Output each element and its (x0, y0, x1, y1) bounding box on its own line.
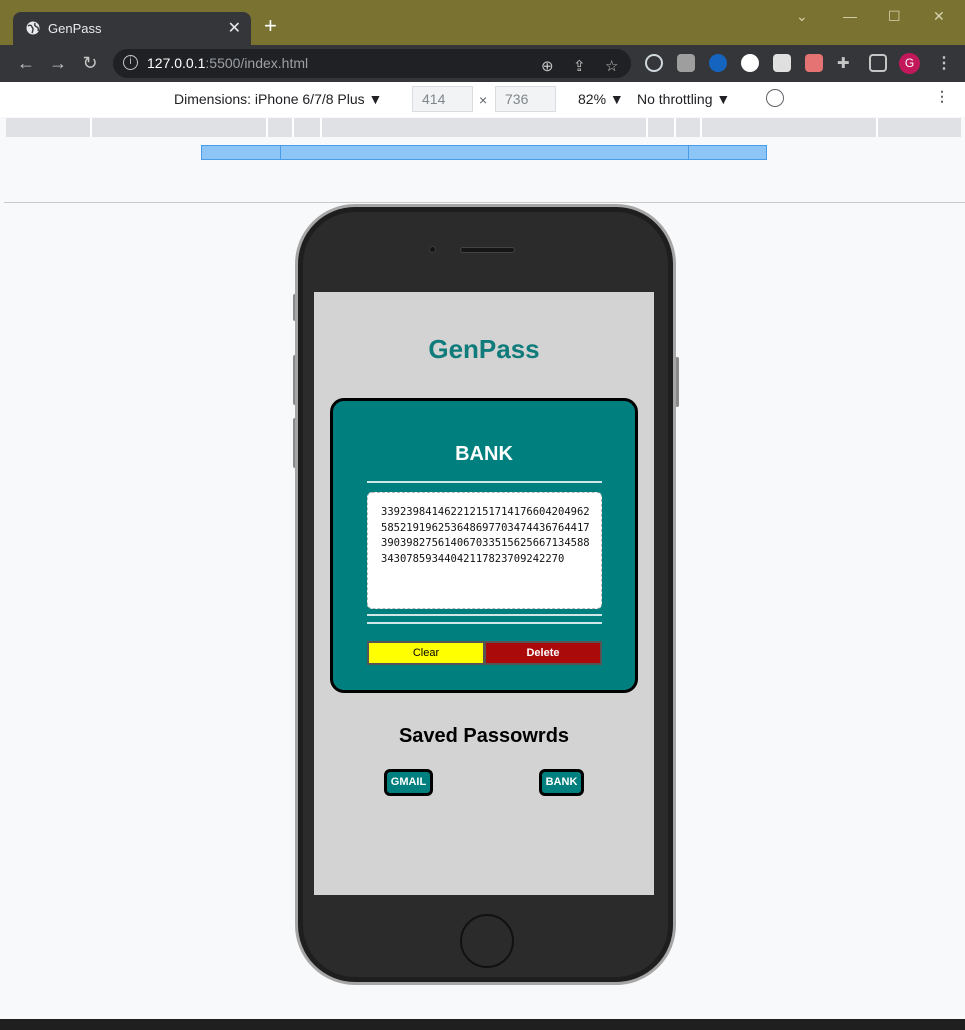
device-menu-icon[interactable]: ⋮ (935, 88, 949, 105)
extension-help-icon[interactable] (677, 54, 695, 72)
app-screen: GenPass BANK 339239841462212151714176604… (314, 292, 654, 895)
extension-image-icon[interactable] (773, 54, 791, 72)
device-toolbar: Dimensions: iPhone 6/7/8 Plus ▼ 414 × 73… (0, 82, 965, 117)
close-window-button[interactable]: ✕ (933, 8, 945, 25)
password-output[interactable]: 3392398414622121517141766042049625852191… (367, 492, 602, 609)
zoom-icon[interactable]: ⊕ (541, 57, 554, 75)
address-bar[interactable]: i 127.0.0.1:5500/index.html ⊕ ⇪ ☆ (113, 49, 631, 78)
zoom-select[interactable]: 82% ▼ (578, 91, 624, 107)
saved-passwords-heading: Saved Passowrds (398, 725, 570, 747)
media-query-bar[interactable] (6, 118, 961, 137)
tab-title: GenPass (48, 21, 102, 36)
device-height-input[interactable]: 736 (495, 86, 556, 112)
maximize-button[interactable]: ☐ (888, 8, 901, 25)
browser-tab[interactable]: GenPass ✕ (13, 12, 251, 45)
card-divider (367, 481, 602, 483)
app-title: GenPass (428, 334, 540, 364)
extension-red-icon[interactable] (805, 54, 823, 72)
throttle-select[interactable]: No throttling ▼ (637, 91, 730, 107)
delete-button[interactable]: Delete (484, 641, 602, 665)
camera-icon (429, 246, 436, 253)
clear-button[interactable]: Clear (367, 641, 485, 665)
viewport-divider (4, 202, 965, 203)
new-tab-button[interactable]: + (264, 15, 277, 37)
rotate-icon[interactable] (766, 89, 784, 107)
saved-gmail-button[interactable]: GMAIL (384, 769, 433, 796)
browser-titlebar: GenPass ✕ + ⌄ — ☐ ✕ (0, 0, 965, 45)
tab-search-icon[interactable]: ⌄ (796, 8, 808, 25)
browser-menu-icon[interactable]: ⋮ (936, 53, 952, 73)
side-panel-icon[interactable] (869, 54, 887, 72)
device-width-ruler[interactable] (201, 145, 767, 160)
device-width-input[interactable]: 414 (412, 86, 473, 112)
extension-white-icon[interactable] (741, 54, 759, 72)
reload-icon[interactable]: ↻ (80, 53, 100, 73)
browser-toolbar: ← → ↻ i 127.0.0.1:5500/index.html ⊕ ⇪ ☆ … (0, 45, 965, 82)
globe-icon (26, 21, 40, 35)
password-card: BANK 33923984146221215171417660420496258… (330, 398, 638, 693)
forward-icon[interactable]: → (48, 53, 68, 73)
back-icon[interactable]: ← (16, 53, 36, 73)
times-symbol: × (479, 92, 488, 108)
minimize-button[interactable]: — (843, 8, 857, 24)
speaker-grille (460, 247, 515, 253)
extensions-puzzle-icon[interactable]: ✚ (837, 54, 855, 72)
dimensions-select[interactable]: Dimensions: iPhone 6/7/8 Plus ▼ (174, 91, 382, 107)
url-text: 127.0.0.1:5500/index.html (147, 55, 309, 71)
site-info-icon[interactable]: i (123, 55, 138, 70)
home-button (460, 914, 514, 968)
extension-blue-icon[interactable] (709, 54, 727, 72)
card-divider (367, 614, 602, 616)
saved-bank-button[interactable]: BANK (539, 769, 584, 796)
card-title: BANK (455, 443, 513, 465)
profile-avatar[interactable]: G (899, 53, 920, 74)
share-icon[interactable]: ⇪ (573, 57, 586, 75)
tab-close-icon[interactable]: ✕ (228, 18, 241, 38)
bookmark-star-icon[interactable]: ☆ (605, 57, 618, 75)
react-devtools-icon[interactable] (645, 54, 663, 72)
card-divider (367, 622, 602, 624)
os-taskbar (0, 1019, 965, 1030)
